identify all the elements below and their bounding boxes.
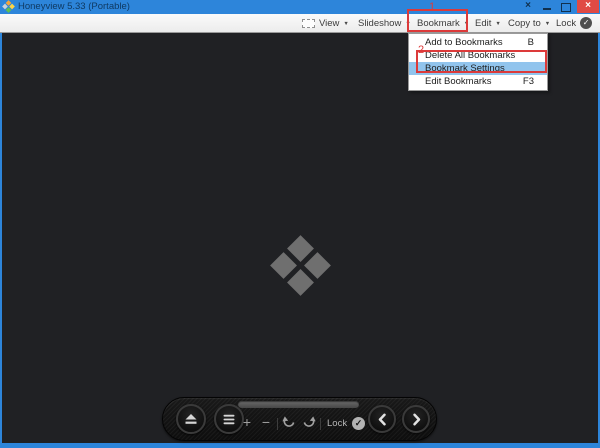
rotate-right-icon	[303, 416, 316, 427]
title-bar: Honeyview 5.33 (Portable) × ×	[0, 0, 600, 14]
toolbar-lock-toggle[interactable]: Lock ✓	[556, 14, 593, 32]
window-title: Honeyview 5.33 (Portable)	[18, 1, 130, 12]
window-frame-icon	[302, 18, 315, 28]
menu-item-delete-all-bookmarks[interactable]: Delete All Bookmarks	[409, 49, 547, 62]
edit-label: Edit	[475, 17, 492, 29]
menu-item-add-to-bookmarks[interactable]: Add to Bookmarks B	[409, 36, 547, 49]
toolbar-bookmark-button[interactable]: Bookmark ▼	[417, 14, 469, 32]
lock-zoom-toggle[interactable]: Lock ✓	[327, 417, 366, 430]
menu-item-label: Bookmark Settings	[425, 63, 505, 74]
zoom-slider[interactable]	[238, 401, 359, 408]
next-image-button[interactable]	[402, 405, 430, 433]
menu-item-label: Add to Bookmarks	[425, 37, 503, 48]
chevron-down-icon: ▼	[495, 20, 501, 27]
lock-label: Lock	[327, 418, 348, 429]
file-list-button[interactable]	[214, 404, 244, 434]
menu-item-shortcut: F3	[522, 76, 534, 87]
menu-lines-icon	[223, 414, 235, 424]
toolbar-copyto-button[interactable]: Copy to ▼	[508, 14, 550, 32]
open-file-button[interactable]	[176, 404, 206, 434]
toolbar-slideshow-button[interactable]: Slideshow ▼	[358, 14, 411, 32]
lock-label: Lock	[556, 17, 577, 29]
bookmark-dropdown-menu: Add to Bookmarks B Delete All Bookmarks …	[408, 33, 548, 91]
rotate-left-icon	[282, 416, 295, 427]
honeyview-watermark-logo	[270, 235, 331, 296]
divider	[277, 418, 278, 430]
menu-item-edit-bookmarks[interactable]: Edit Bookmarks F3	[409, 75, 547, 88]
chevron-right-icon	[412, 413, 420, 425]
menu-item-label: Edit Bookmarks	[425, 76, 492, 87]
check-circle-icon: ✓	[352, 417, 366, 430]
always-on-top-icon[interactable]: ×	[521, 0, 535, 13]
previous-image-button[interactable]	[368, 405, 396, 433]
chevron-left-icon	[378, 413, 386, 425]
zoom-out-button[interactable]: −	[260, 414, 272, 430]
divider	[320, 418, 321, 430]
check-circle-icon: ✓	[580, 17, 593, 29]
bookmark-label: Bookmark	[417, 17, 460, 29]
bottom-control-bar: + − Lock ✓	[162, 397, 437, 441]
menu-item-bookmark-settings[interactable]: Bookmark Settings	[409, 62, 547, 75]
rotate-left-button[interactable]	[282, 416, 296, 434]
chevron-down-icon: ▼	[463, 20, 470, 27]
image-viewer-canvas[interactable]	[2, 33, 598, 443]
rotate-right-button[interactable]	[302, 416, 316, 434]
maximize-button[interactable]	[561, 0, 571, 13]
slideshow-label: Slideshow	[358, 17, 402, 29]
main-toolbar: View ▼ Slideshow ▼ Bookmark ▼ Edit ▼ Cop…	[0, 14, 600, 33]
copy-to-label: Copy to	[508, 17, 541, 29]
close-button[interactable]: ×	[577, 0, 599, 13]
eject-icon	[185, 414, 197, 424]
minimize-button[interactable]	[543, 0, 553, 13]
menu-item-label: Delete All Bookmarks	[425, 50, 516, 61]
chevron-down-icon: ▼	[343, 20, 349, 27]
chevron-down-icon: ▼	[544, 20, 551, 27]
honeyview-app-icon	[2, 0, 15, 13]
view-label: View	[319, 17, 340, 29]
toolbar-edit-button[interactable]: Edit ▼	[475, 14, 501, 32]
zoom-in-button[interactable]: +	[241, 414, 253, 430]
toolbar-view-button[interactable]: View ▼	[302, 14, 349, 32]
chevron-down-icon: ▼	[405, 20, 411, 27]
menu-item-shortcut: B	[527, 37, 534, 48]
